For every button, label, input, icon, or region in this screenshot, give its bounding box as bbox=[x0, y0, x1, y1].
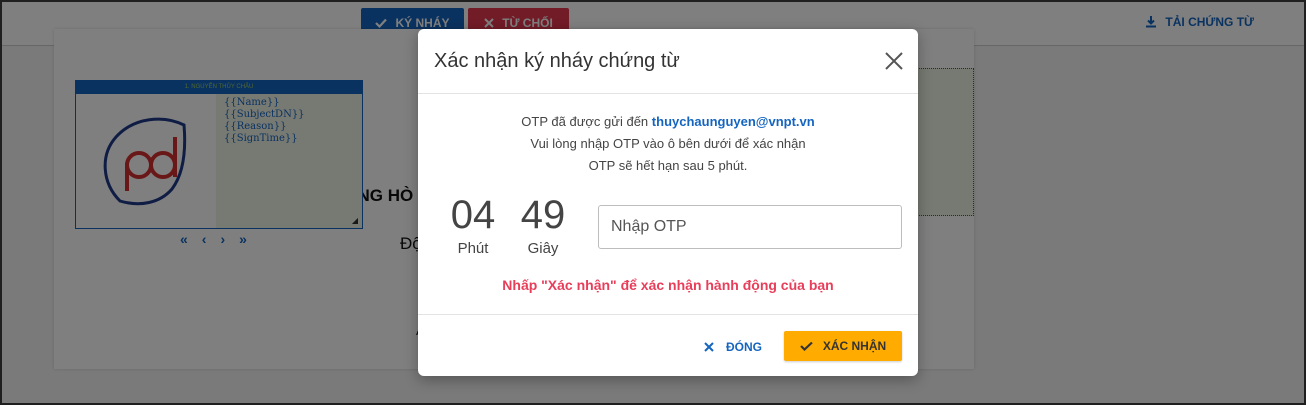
otp-dialog: Xác nhận ký nháy chứng từ OTP đã được gử… bbox=[418, 29, 918, 376]
close-button-label: ĐÓNG bbox=[726, 340, 762, 354]
timer-seconds: 49 Giây bbox=[508, 195, 578, 257]
otp-email: thuychaunguyen@vnpt.vn bbox=[651, 114, 815, 129]
close-button[interactable]: ĐÓNG bbox=[694, 332, 766, 362]
close-icon[interactable] bbox=[884, 51, 904, 71]
timer-minutes-value: 04 bbox=[450, 193, 496, 237]
confirm-note: Nhấp "Xác nhận" để xác nhận hành động củ… bbox=[502, 277, 834, 293]
otp-expiry: OTP sẽ hết hạn sau 5 phút. bbox=[588, 158, 748, 173]
confirm-button[interactable]: XÁC NHẬN bbox=[784, 331, 902, 361]
timer-seconds-value: 49 bbox=[520, 193, 566, 237]
dialog-footer: ĐÓNG XÁC NHẬN bbox=[418, 316, 918, 376]
app-window: KÝ NHÁY TỪ CHỐI TẢI CHỨNG TỪ CỘNG HÒ Độ … bbox=[0, 0, 1306, 405]
otp-input[interactable] bbox=[598, 205, 902, 249]
x-icon bbox=[704, 342, 714, 352]
otp-sent-line: OTP đã được gửi đến thuychaunguyen@vnpt.… bbox=[418, 111, 918, 133]
otp-info: OTP đã được gửi đến thuychaunguyen@vnpt.… bbox=[418, 111, 918, 177]
timer-minutes-label: Phút bbox=[457, 240, 489, 257]
check-icon bbox=[800, 341, 813, 351]
dialog-body: OTP đã được gửi đến thuychaunguyen@vnpt.… bbox=[418, 95, 918, 315]
timer-minutes: 04 Phút bbox=[438, 195, 508, 257]
dialog-header: Xác nhận ký nháy chứng từ bbox=[418, 29, 918, 94]
dialog-title: Xác nhận ký nháy chứng từ bbox=[434, 50, 680, 72]
confirm-button-label: XÁC NHẬN bbox=[822, 339, 887, 353]
timer-seconds-label: Giây bbox=[527, 240, 559, 257]
otp-sent-prefix: OTP đã được gửi đến bbox=[521, 114, 649, 129]
otp-instruction: Vui lòng nhập OTP vào ô bên dưới để xác … bbox=[530, 136, 806, 151]
